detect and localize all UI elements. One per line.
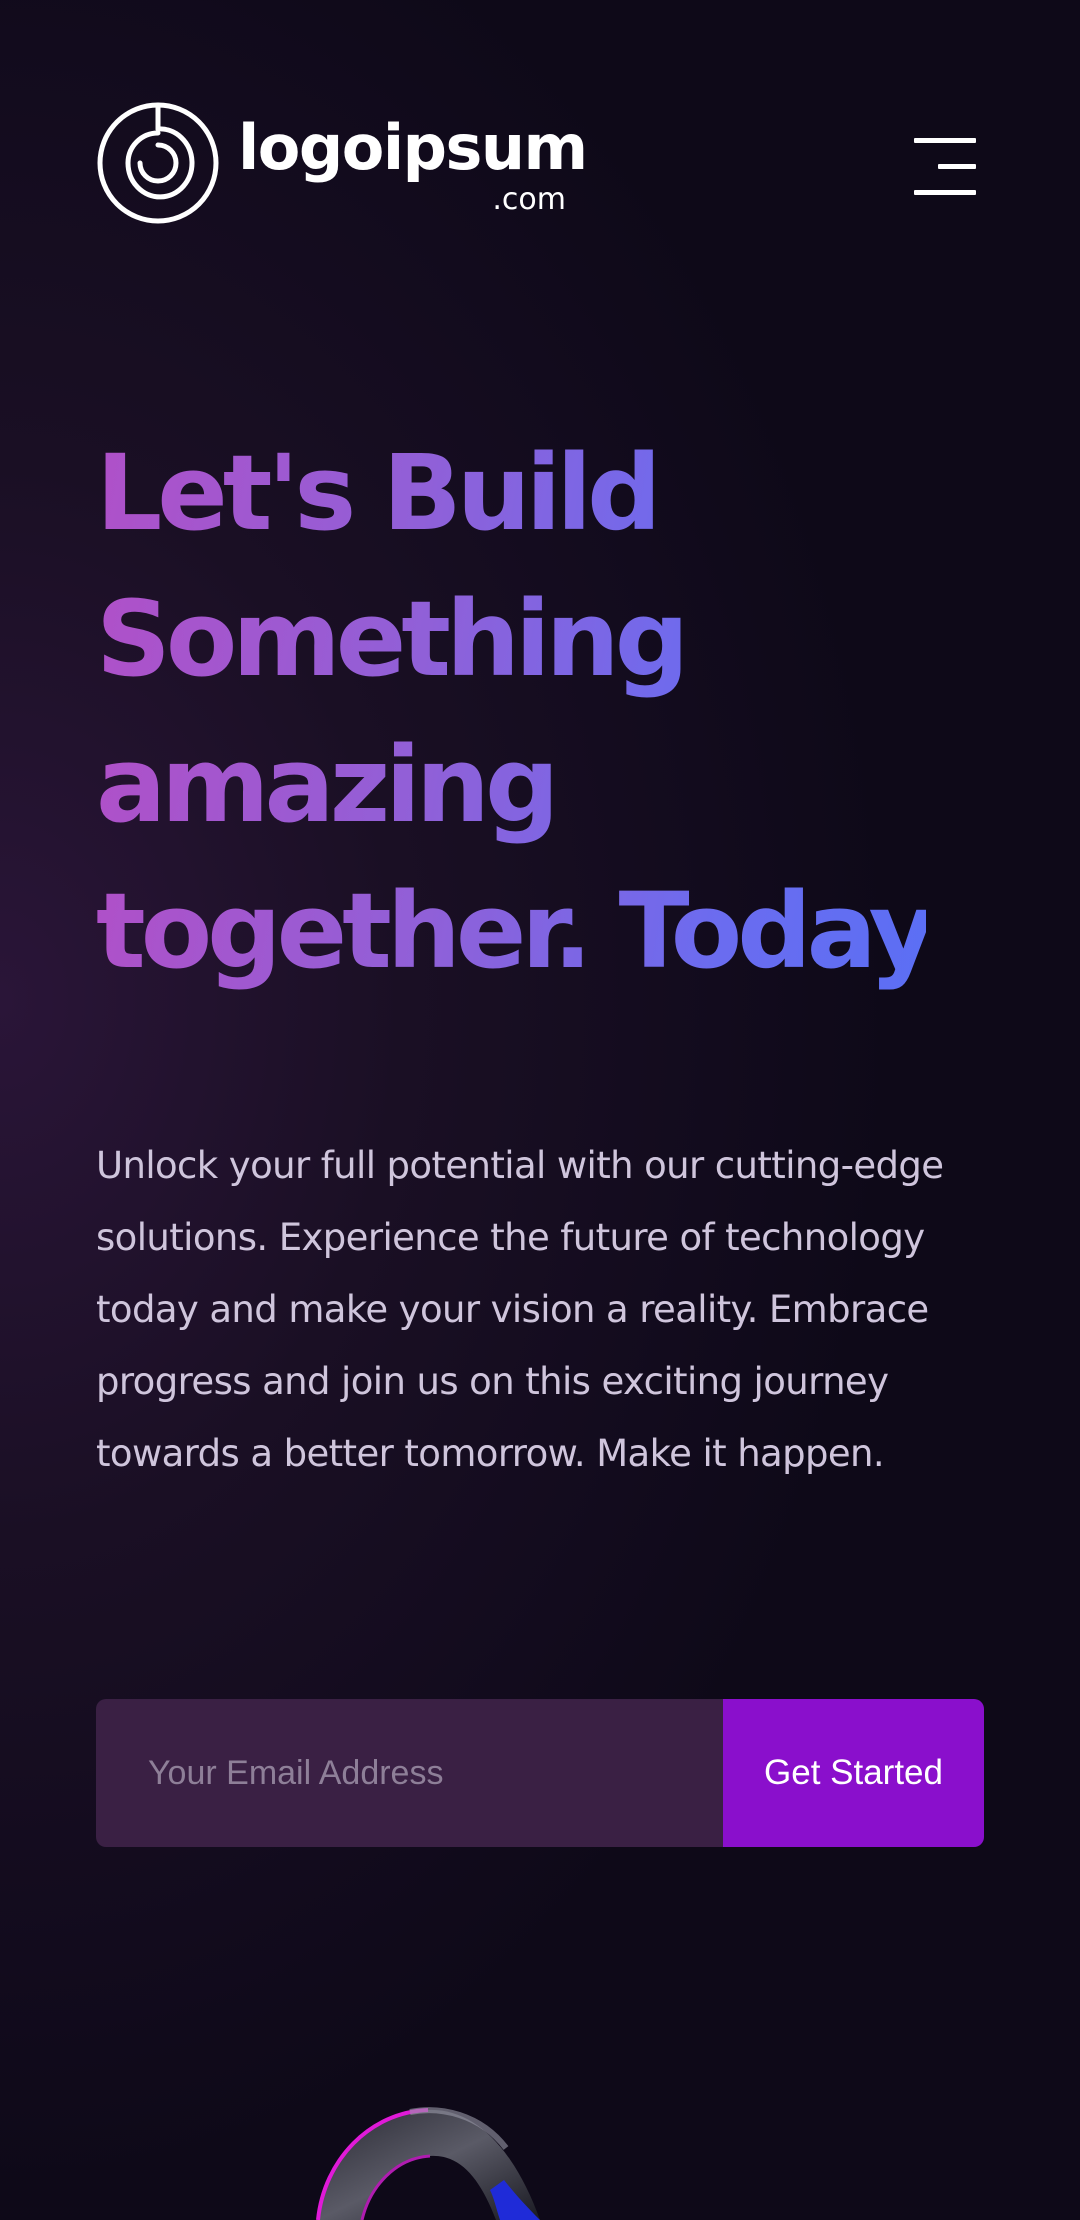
menu-line (938, 164, 976, 169)
email-input[interactable] (96, 1699, 723, 1847)
signup-form: Get Started (96, 1699, 984, 1847)
site-header: logoipsum .com (96, 98, 976, 228)
headline-line: Let's Build (96, 420, 926, 566)
landing-page: { "header": { "logo": { "name": "logoips… (0, 0, 1080, 2220)
menu-line (914, 138, 976, 143)
ring-image (316, 2107, 540, 2220)
logo[interactable]: logoipsum .com (96, 98, 588, 228)
logo-wordmark: logoipsum .com (238, 103, 588, 223)
headline-line: amazing (96, 712, 926, 858)
hero-description: Unlock your full potential with our cutt… (96, 1144, 944, 1475)
logo-name: logoipsum (238, 111, 588, 184)
hero-headline: Let's Build Something amazing together. … (96, 420, 1026, 1004)
spiral-logo-icon (97, 102, 219, 224)
headline-line: together. Today. (96, 858, 961, 1004)
get-started-button[interactable]: Get Started (723, 1699, 984, 1847)
headline-line: Something (96, 566, 926, 712)
menu-line (914, 190, 976, 195)
hamburger-menu-icon[interactable] (910, 138, 976, 196)
logo-tld: .com (492, 182, 566, 217)
